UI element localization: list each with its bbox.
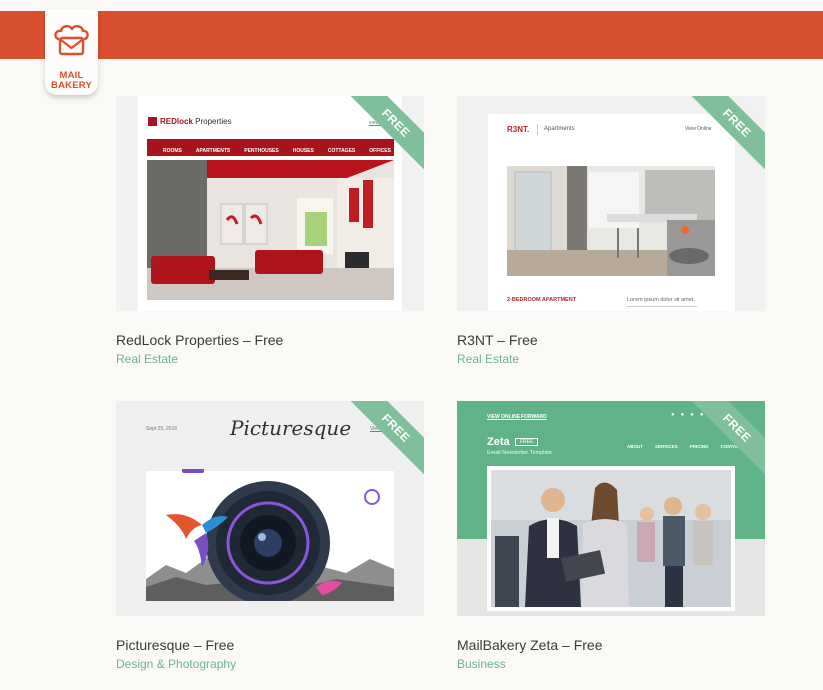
preview-nav-item: APARTMENTS xyxy=(195,148,231,154)
preview-logo-bold: REDlock xyxy=(160,117,193,126)
preview-nav-item: PRICING xyxy=(689,444,709,449)
camera-lens-photo xyxy=(146,469,394,601)
free-badge: FREE xyxy=(344,401,424,480)
preview-nav-bar: ROOMS APARTMENTS PENTHOUSES HOUSES COTTAGES O… xyxy=(147,139,394,156)
preview-subtitle: Email Newsletter Template xyxy=(487,450,553,456)
template-thumbnail[interactable]: R3NT. Apartments View Online 2-BEDROOM A… xyxy=(457,96,765,311)
preview-nav-item: ROOMS xyxy=(163,148,182,154)
preview-nav-item: OFFICES xyxy=(369,148,391,154)
template-title[interactable]: RedLock Properties – Free xyxy=(116,332,283,348)
template-category-link[interactable]: Real Estate xyxy=(457,352,519,366)
logo-text-line2: BAKERY xyxy=(51,80,92,91)
preview-section: Apartments xyxy=(544,126,575,132)
template-thumbnail[interactable]: REDlock Properties view online ROOMSAPAR… xyxy=(116,96,424,311)
mailbakery-logo[interactable]: MAIL BAKERY xyxy=(45,9,98,95)
envelope-chef-hat-icon xyxy=(54,25,89,56)
template-title[interactable]: MailBakery Zeta – Free xyxy=(457,637,603,653)
template-thumbnail[interactable]: VIEW ONLINE FORWARD ●●●● Zeta FREE Email… xyxy=(457,401,765,616)
preview-nav: ABOUT SERVICES PRICING CONTACT xyxy=(627,444,742,449)
template-thumbnail[interactable]: Sept 25, 2016 Picturesque View online FR… xyxy=(116,401,424,616)
preview-logo: Zeta xyxy=(487,436,510,448)
preview-nav-item: COTTAGES xyxy=(327,148,356,154)
preview-forward-link: FORWARD xyxy=(521,414,547,420)
preview-body-text: Lorem ipsum dolor sit amet, xyxy=(627,297,695,303)
template-category-link[interactable]: Business xyxy=(457,657,506,671)
template-category-link[interactable]: Design & Photography xyxy=(116,657,236,671)
preview-date: Sept 25, 2016 xyxy=(146,426,178,432)
preview-view-online-link: VIEW ONLINE xyxy=(487,414,521,420)
living-room-photo xyxy=(147,160,394,300)
preview-script-logo: Picturesque xyxy=(230,416,352,440)
business-people-photo xyxy=(487,466,735,611)
preview-nav-item: SERVICES xyxy=(655,444,678,449)
preview-logo-badge: FREE xyxy=(515,438,539,446)
preview-nav-item: PENTHOUSES xyxy=(244,148,279,154)
preview-nav-item: ABOUT xyxy=(627,444,643,449)
preview-logo: R3NT. xyxy=(507,125,530,134)
preview-view-online-link: View Online xyxy=(685,126,712,132)
preview-nav-item: HOUSES xyxy=(292,148,314,154)
header-bar xyxy=(0,11,823,59)
preview-heading: 2-BEDROOM APARTMENT xyxy=(507,297,577,303)
logo-wordmark: MAIL BAKERY xyxy=(45,71,98,91)
template-title[interactable]: Picturesque – Free xyxy=(116,637,234,653)
preview-logo-rest: Properties xyxy=(192,117,232,126)
template-title[interactable]: R3NT – Free xyxy=(457,332,538,348)
template-category-link[interactable]: Real Estate xyxy=(116,352,178,366)
kitchen-photo xyxy=(507,166,715,276)
